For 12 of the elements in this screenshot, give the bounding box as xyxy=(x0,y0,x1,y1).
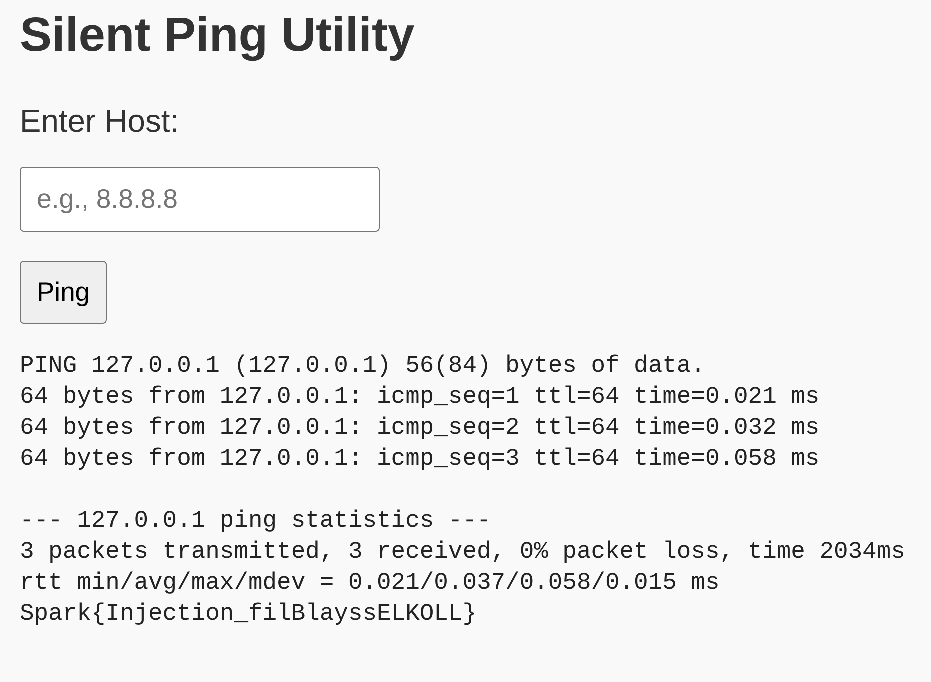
output-line: 3 packets transmitted, 3 received, 0% packet loss, time 2034ms xyxy=(20,538,906,568)
output-line: Spark{Injection_filBlayssELKOLL} xyxy=(20,600,478,630)
host-label: Enter Host: xyxy=(20,103,180,140)
output-line: 64 bytes from 127.0.0.1: icmp_seq=2 ttl=64 time=0.032 ms xyxy=(20,414,821,444)
ping-button[interactable]: Ping xyxy=(20,260,108,324)
output-line: PING 127.0.0.1 (127.0.0.1) 56(84) bytes of data. xyxy=(20,352,706,382)
output-line: 64 bytes from 127.0.0.1: icmp_seq=1 ttl=64 time=0.021 ms xyxy=(20,382,821,413)
output-line: 64 bytes from 127.0.0.1: icmp_seq=3 ttl=64 time=0.058 ms xyxy=(20,444,821,475)
page-title: Silent Ping Utility xyxy=(20,8,415,64)
output-line: rtt min/avg/max/mdev = 0.021/0.037/0.058/0.015 ms xyxy=(20,568,721,599)
host-input-field[interactable]: e.g., 8.8.8.8 xyxy=(20,166,380,232)
output-line: --- 127.0.0.1 ping statistics --- xyxy=(20,506,492,537)
